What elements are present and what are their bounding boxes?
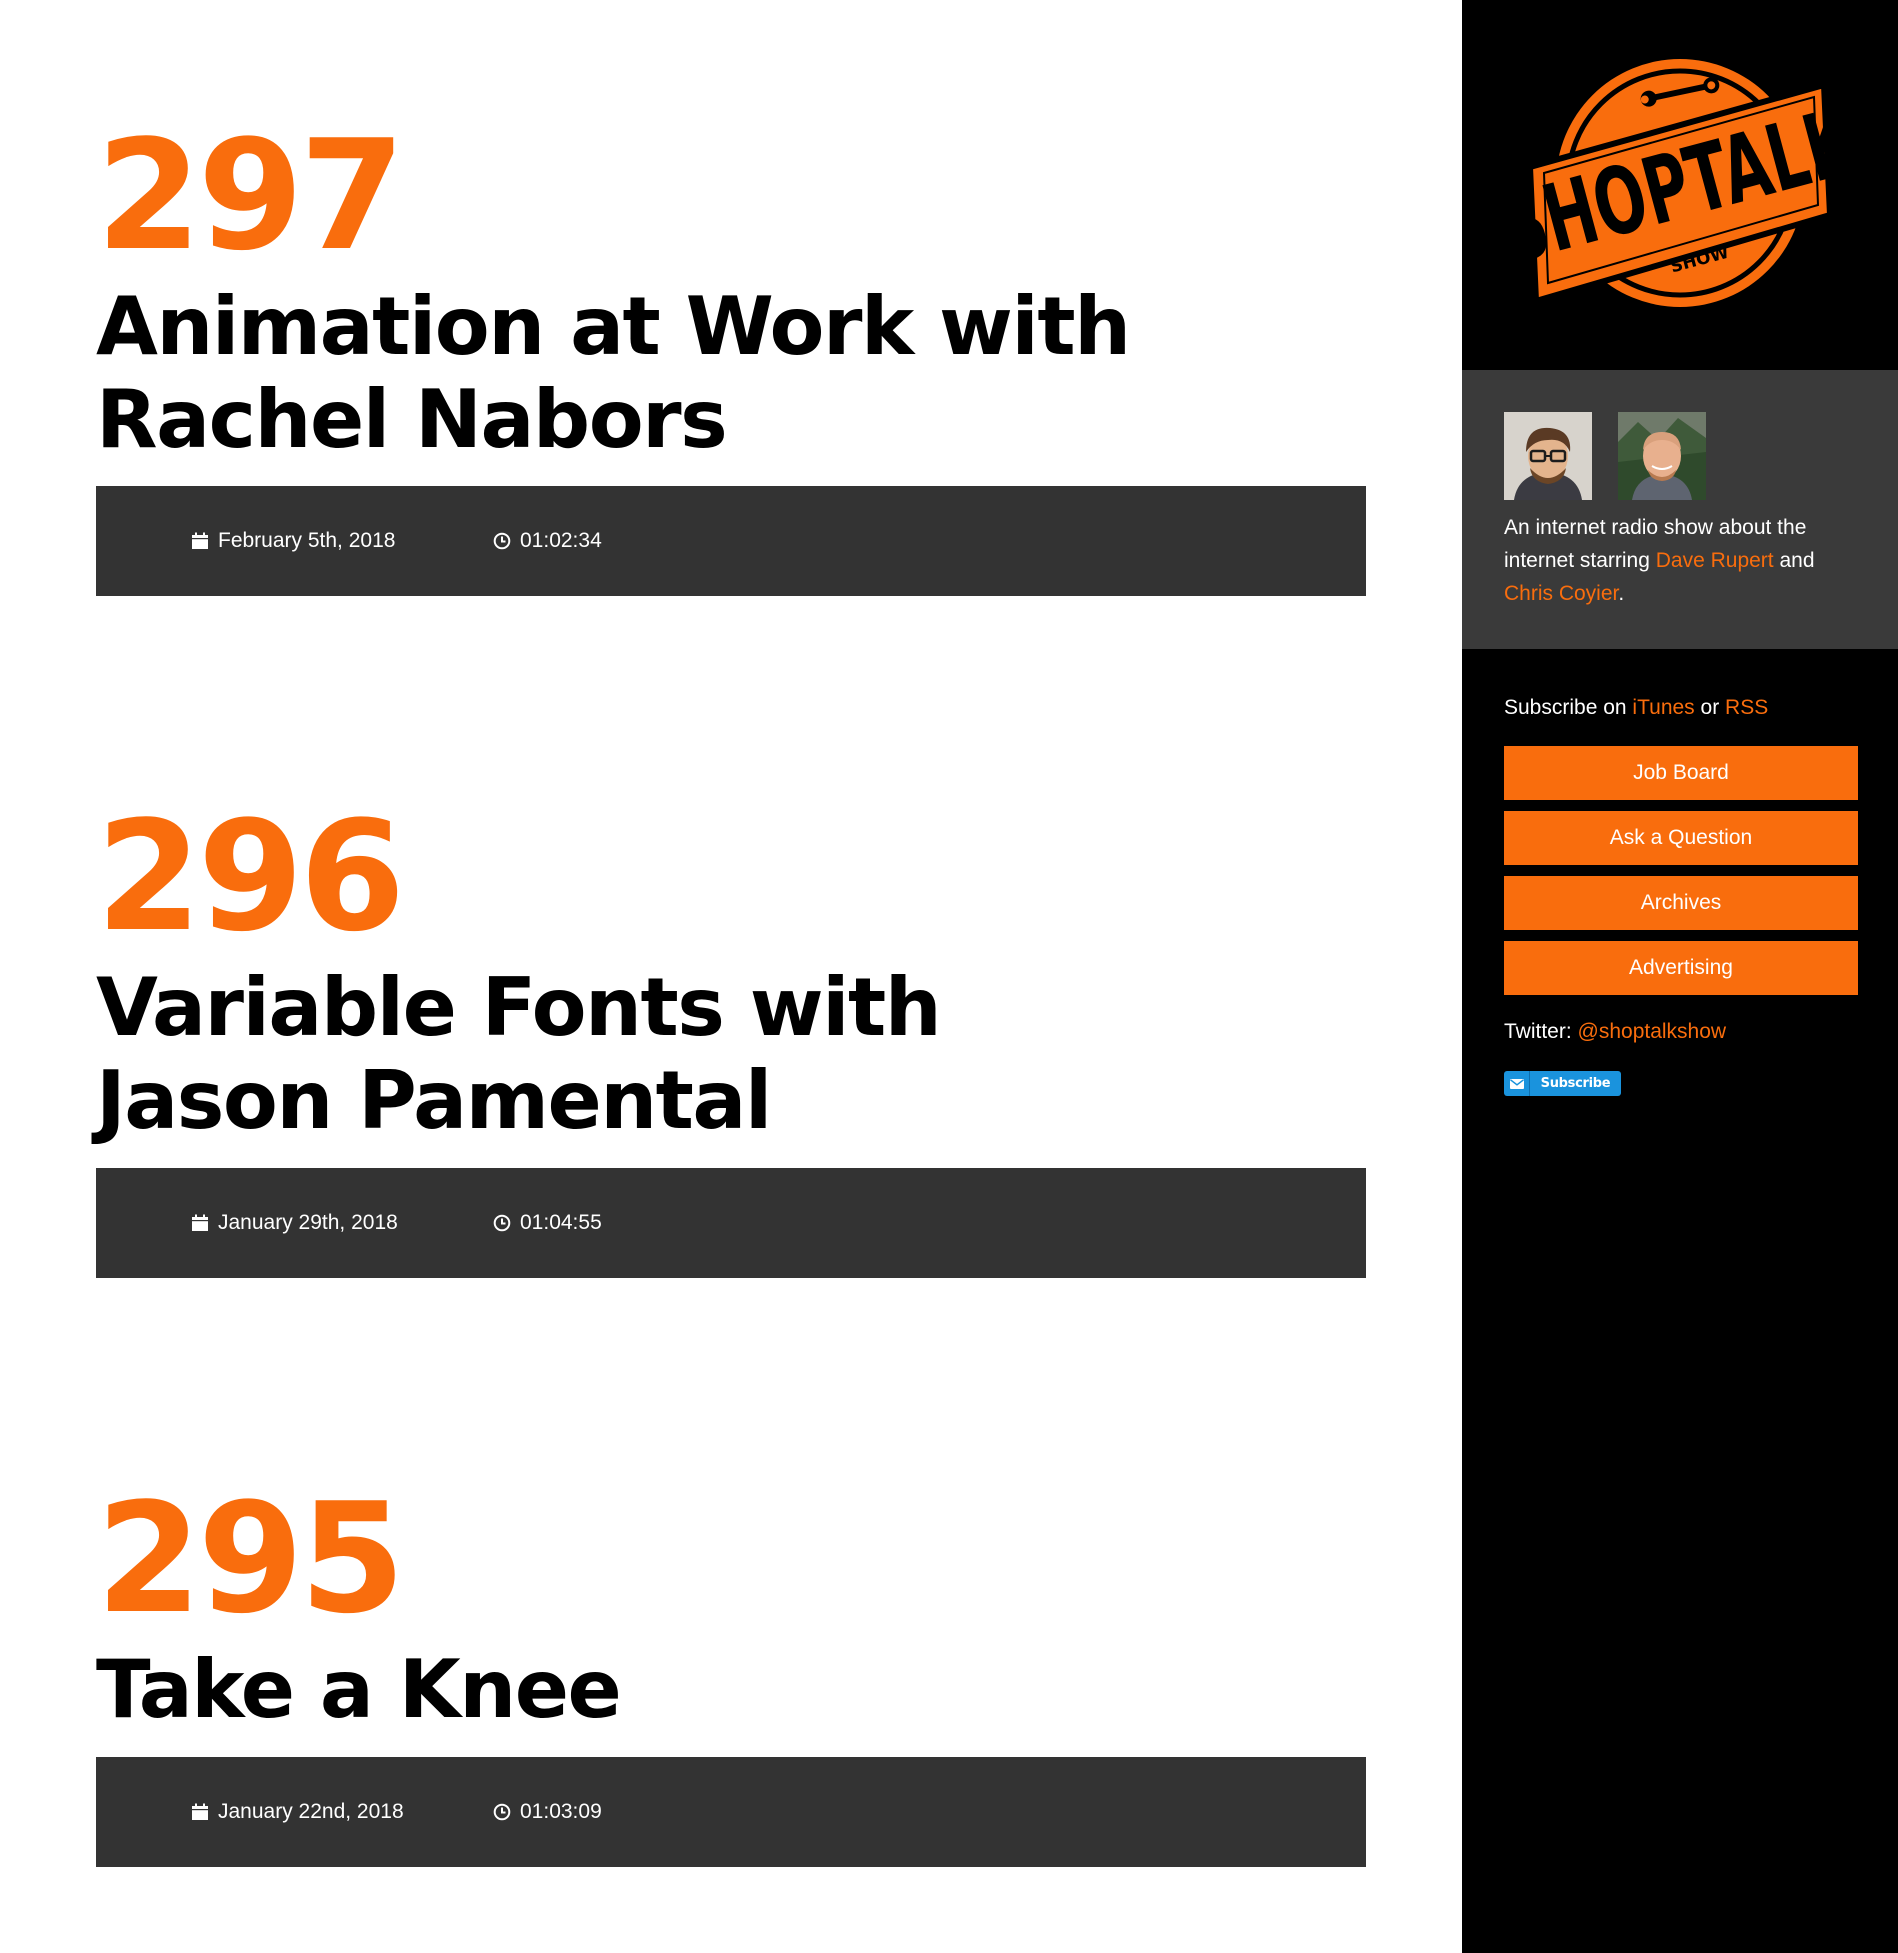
subscribe-line: Subscribe on iTunes or RSS — [1504, 696, 1768, 720]
about-text-after: . — [1618, 582, 1625, 605]
episode-date-text: January 22nd, 2018 — [218, 1800, 404, 1823]
subscribe-or: or — [1694, 696, 1726, 719]
about-text-middle: and — [1773, 549, 1815, 572]
about-description: An internet radio show about the interne… — [1504, 511, 1856, 610]
host-avatars — [1504, 412, 1856, 500]
job-board-button[interactable]: Job Board — [1504, 746, 1858, 800]
episode-meta-bar: February 5th, 2018 01:02:34 — [96, 486, 1366, 596]
episode-duration-text: 01:03:09 — [520, 1800, 602, 1823]
avatar-dave-rupert[interactable] — [1504, 412, 1592, 500]
host-link-dave-rupert[interactable]: Dave Rupert — [1656, 549, 1774, 572]
episode-date-text: January 29th, 2018 — [218, 1211, 398, 1234]
episode-date-text: February 5th, 2018 — [218, 529, 396, 552]
episode-duration: 01:03:09 — [493, 1800, 602, 1824]
calendar-icon — [192, 1214, 208, 1231]
rss-link[interactable]: RSS — [1725, 696, 1768, 719]
subscribe-prefix: Subscribe on — [1504, 696, 1633, 719]
episode-duration-text: 01:02:34 — [520, 529, 602, 552]
episode-meta-bar: January 29th, 2018 01:04:55 — [96, 1168, 1366, 1278]
episode-title[interactable]: Take a Knee — [96, 1643, 1196, 1736]
email-subscribe-button[interactable]: Subscribe — [1504, 1071, 1621, 1096]
subscribe-badge-label: Subscribe — [1540, 1076, 1611, 1091]
clock-icon — [493, 1803, 511, 1821]
calendar-icon — [192, 532, 208, 549]
episode-296: 296 Variable Fonts with Jason Pamental J… — [96, 801, 1366, 1278]
clock-icon — [493, 1214, 511, 1232]
calendar-icon — [192, 1803, 208, 1820]
episode-duration: 01:04:55 — [493, 1211, 602, 1235]
archives-button[interactable]: Archives — [1504, 876, 1858, 930]
host-link-chris-coyier[interactable]: Chris Coyier — [1504, 582, 1618, 605]
ask-question-button[interactable]: Ask a Question — [1504, 811, 1858, 865]
episode-date: February 5th, 2018 — [191, 529, 493, 553]
twitter-handle-link[interactable]: @shoptalkshow — [1578, 1020, 1727, 1043]
episode-title[interactable]: Variable Fonts with Jason Pamental — [96, 961, 1196, 1147]
episode-duration-text: 01:04:55 — [520, 1211, 602, 1234]
about-panel: An internet radio show about the interne… — [1462, 370, 1898, 649]
episode-number[interactable]: 297 — [96, 120, 1366, 272]
episode-295: 295 Take a Knee January 22nd, 2018 01:03… — [96, 1483, 1366, 1867]
shoptalk-logo[interactable]: SHOPTALK SHOW — [1522, 55, 1838, 311]
itunes-link[interactable]: iTunes — [1632, 696, 1694, 719]
logo-area: SHOPTALK SHOW — [1462, 0, 1898, 370]
episode-number[interactable]: 295 — [96, 1483, 1366, 1635]
episode-number[interactable]: 296 — [96, 801, 1366, 953]
twitter-label: Twitter: — [1504, 1020, 1578, 1043]
episode-meta-bar: January 22nd, 2018 01:03:09 — [96, 1757, 1366, 1867]
episode-297: 297 Animation at Work with Rachel Nabors… — [96, 120, 1366, 596]
sidebar: SHOPTALK SHOW An internet radio show abo… — [1462, 0, 1898, 1953]
episode-list: 297 Animation at Work with Rachel Nabors… — [0, 0, 1462, 1953]
episode-date: January 22nd, 2018 — [191, 1800, 493, 1824]
envelope-icon — [1504, 1071, 1530, 1096]
twitter-line: Twitter: @shoptalkshow — [1504, 1020, 1726, 1044]
episode-title[interactable]: Animation at Work with Rachel Nabors — [96, 280, 1196, 466]
episode-date: January 29th, 2018 — [191, 1211, 493, 1235]
clock-icon — [493, 532, 511, 550]
advertising-button[interactable]: Advertising — [1504, 941, 1858, 995]
episode-duration: 01:02:34 — [493, 529, 602, 553]
avatar-chris-coyier[interactable] — [1618, 412, 1706, 500]
